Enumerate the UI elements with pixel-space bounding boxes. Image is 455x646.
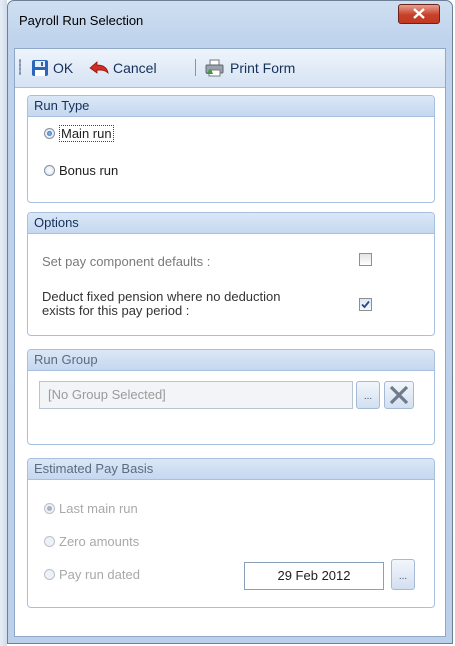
ok-label: OK xyxy=(53,60,74,76)
cancel-label: Cancel xyxy=(113,60,157,76)
background-strip xyxy=(0,0,7,646)
clear-x-icon xyxy=(389,385,409,405)
run-group-field: [No Group Selected] xyxy=(39,381,353,409)
toolbar: OK Cancel Print Form xyxy=(15,49,445,88)
estimated-pay-basis-heading: Estimated Pay Basis xyxy=(28,459,434,480)
run-group-browse-button[interactable]: ... xyxy=(356,381,380,409)
undo-arrow-icon xyxy=(89,60,109,76)
print-form-label: Print Form xyxy=(230,60,296,76)
radio-button[interactable] xyxy=(44,165,55,176)
deduct-fixed-pension-checkbox[interactable] xyxy=(359,298,372,311)
print-icon xyxy=(204,59,226,77)
toolbar-separator xyxy=(195,59,196,76)
run-group-heading: Run Group xyxy=(28,350,434,371)
check-mark-icon xyxy=(361,300,370,309)
zero-amounts-label: Zero amounts xyxy=(59,534,140,549)
close-button[interactable] xyxy=(398,4,440,24)
pay-run-dated-radio[interactable]: Pay run dated xyxy=(44,567,140,582)
radio-button[interactable] xyxy=(44,536,55,547)
dialog-window: Payroll Run Selection OK Cancel Print Fo… xyxy=(7,0,453,644)
pay-run-date-field[interactable]: 29 Feb 2012 xyxy=(244,562,384,590)
deduct-fixed-pension-label-line2: exists for this pay period : xyxy=(42,303,190,318)
main-run-radio[interactable]: Main run xyxy=(44,125,114,142)
ok-button[interactable]: OK xyxy=(31,49,73,87)
pay-run-date-browse-button[interactable]: ... xyxy=(391,559,415,590)
radio-button[interactable] xyxy=(44,503,55,514)
main-run-label: Main run xyxy=(59,125,114,142)
deduct-fixed-pension-label: Deduct fixed pension where no deduction … xyxy=(42,290,281,318)
cancel-button[interactable]: Cancel xyxy=(89,49,157,87)
bonus-run-label: Bonus run xyxy=(59,163,119,178)
options-heading: Options xyxy=(28,213,434,234)
set-pay-component-defaults-checkbox[interactable] xyxy=(359,253,372,266)
close-icon xyxy=(413,8,425,19)
bonus-run-radio[interactable]: Bonus run xyxy=(44,163,118,178)
run-type-heading: Run Type xyxy=(28,96,434,117)
run-type-panel: Run Type xyxy=(27,95,435,203)
radio-button[interactable] xyxy=(44,569,55,580)
clear-group-button[interactable] xyxy=(384,381,414,409)
window-title: Payroll Run Selection xyxy=(19,13,144,28)
last-main-run-radio[interactable]: Last main run xyxy=(44,501,138,516)
toolbar-grip[interactable] xyxy=(19,59,21,75)
deduct-fixed-pension-label-line1: Deduct fixed pension where no deduction xyxy=(42,289,281,304)
set-pay-component-defaults-label: Set pay component defaults : xyxy=(42,254,211,269)
save-icon xyxy=(31,59,49,77)
last-main-run-label: Last main run xyxy=(59,501,138,516)
pay-run-dated-label: Pay run dated xyxy=(59,567,140,582)
radio-button[interactable] xyxy=(44,128,55,139)
print-form-button[interactable]: Print Form xyxy=(204,49,295,87)
zero-amounts-radio[interactable]: Zero amounts xyxy=(44,534,139,549)
